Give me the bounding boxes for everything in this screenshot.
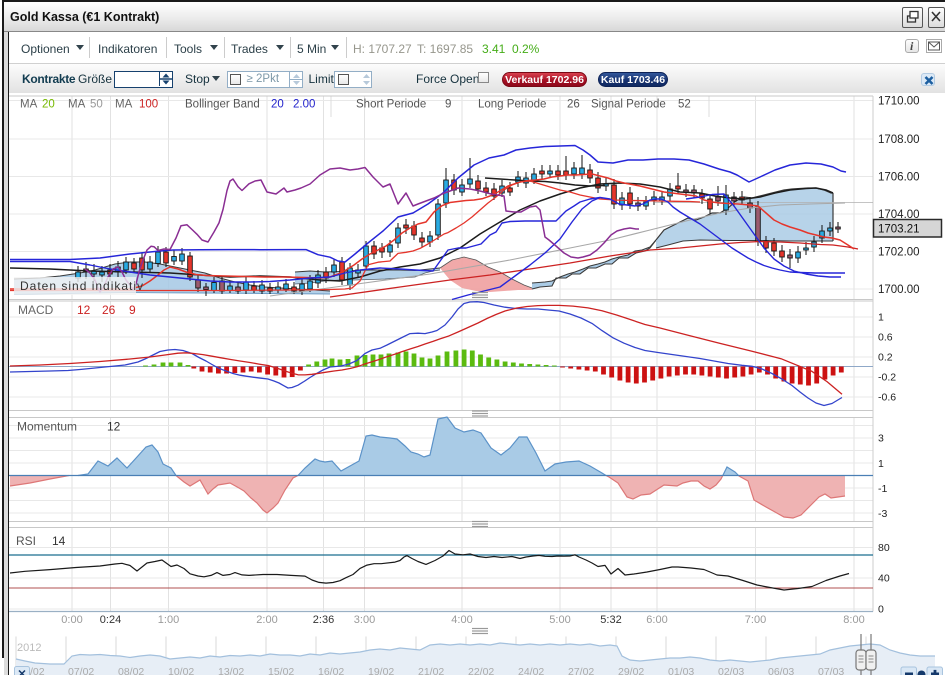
svg-text:2012: 2012 xyxy=(17,642,41,654)
svg-text:4:00: 4:00 xyxy=(451,614,472,626)
svg-text:13/02: 13/02 xyxy=(218,666,244,675)
svg-text:10/02: 10/02 xyxy=(168,666,194,675)
svg-text:0: 0 xyxy=(878,604,884,616)
svg-text:5:00: 5:00 xyxy=(549,614,570,626)
svg-text:21/02: 21/02 xyxy=(418,666,444,675)
svg-text:06/03: 06/03 xyxy=(768,666,794,675)
svg-text:15/02: 15/02 xyxy=(268,666,294,675)
svg-text:16/02: 16/02 xyxy=(318,666,344,675)
svg-text:07/02: 07/02 xyxy=(68,666,94,675)
svg-text:9: 9 xyxy=(129,303,136,317)
svg-text:MACD: MACD xyxy=(18,303,54,317)
svg-text:26: 26 xyxy=(102,303,116,317)
svg-text:/02: /02 xyxy=(30,666,45,675)
svg-text:3:00: 3:00 xyxy=(354,614,375,626)
svg-text:01/03: 01/03 xyxy=(668,666,694,675)
svg-text:20: 20 xyxy=(42,99,55,111)
svg-text:08/02: 08/02 xyxy=(118,666,144,675)
svg-text:RSI: RSI xyxy=(16,534,36,548)
svg-text:1: 1 xyxy=(878,458,884,470)
svg-text:✕: ✕ xyxy=(17,669,26,675)
svg-text:1: 1 xyxy=(878,312,884,324)
svg-text:2.00: 2.00 xyxy=(293,99,315,111)
svg-text:1700.00: 1700.00 xyxy=(878,284,920,296)
svg-text:1710.00: 1710.00 xyxy=(878,96,920,108)
svg-text:1708.00: 1708.00 xyxy=(878,134,920,146)
svg-text:1703.21: 1703.21 xyxy=(878,224,920,236)
svg-text:14: 14 xyxy=(52,534,66,548)
svg-text:6:00: 6:00 xyxy=(646,614,667,626)
svg-text:19/02: 19/02 xyxy=(368,666,394,675)
svg-text:80: 80 xyxy=(878,542,890,554)
svg-text:50: 50 xyxy=(90,99,103,111)
svg-text:52: 52 xyxy=(678,99,691,111)
svg-text:12: 12 xyxy=(107,420,121,434)
svg-text:24/02: 24/02 xyxy=(518,666,544,675)
svg-text:MA: MA xyxy=(115,99,133,111)
svg-text:3: 3 xyxy=(878,433,884,445)
svg-text:1702.00: 1702.00 xyxy=(878,247,920,259)
svg-text:Short Periode: Short Periode xyxy=(356,99,426,111)
svg-text:20: 20 xyxy=(271,99,284,111)
svg-text:02/03: 02/03 xyxy=(718,666,744,675)
svg-text:26: 26 xyxy=(567,99,580,111)
svg-text:100: 100 xyxy=(139,99,158,111)
svg-text:29/02: 29/02 xyxy=(618,666,644,675)
svg-text:5:32: 5:32 xyxy=(600,614,621,626)
svg-text:0.6: 0.6 xyxy=(878,332,893,344)
svg-text:0.2: 0.2 xyxy=(878,352,893,364)
svg-text:Signal Periode: Signal Periode xyxy=(591,99,666,111)
svg-text:12: 12 xyxy=(77,303,91,317)
svg-text:-3: -3 xyxy=(878,508,887,520)
svg-text:Momentum: Momentum xyxy=(17,420,77,434)
svg-text:Bollinger Band: Bollinger Band xyxy=(185,99,260,111)
svg-text:2:00: 2:00 xyxy=(256,614,277,626)
svg-text:MA: MA xyxy=(68,99,86,111)
svg-text:0:00: 0:00 xyxy=(61,614,82,626)
svg-text:22/02: 22/02 xyxy=(468,666,494,675)
svg-text:1:00: 1:00 xyxy=(158,614,179,626)
svg-text:-0.6: -0.6 xyxy=(878,392,896,404)
svg-text:2:36: 2:36 xyxy=(313,614,334,626)
svg-text:7:00: 7:00 xyxy=(745,614,766,626)
svg-text:-1: -1 xyxy=(878,483,887,495)
svg-text:-0.2: -0.2 xyxy=(878,372,896,384)
svg-text:07/03: 07/03 xyxy=(818,666,844,675)
svg-text:9: 9 xyxy=(445,99,451,111)
svg-text:Daten sind indikativ: Daten sind indikativ xyxy=(20,279,144,293)
svg-text:27/02: 27/02 xyxy=(568,666,594,675)
svg-text:MA: MA xyxy=(20,99,38,111)
svg-text:1706.00: 1706.00 xyxy=(878,172,920,184)
svg-text:Long Periode: Long Periode xyxy=(478,99,546,111)
svg-text:8:00: 8:00 xyxy=(843,614,864,626)
svg-text:40: 40 xyxy=(878,573,890,585)
svg-text:0:24: 0:24 xyxy=(100,614,121,626)
